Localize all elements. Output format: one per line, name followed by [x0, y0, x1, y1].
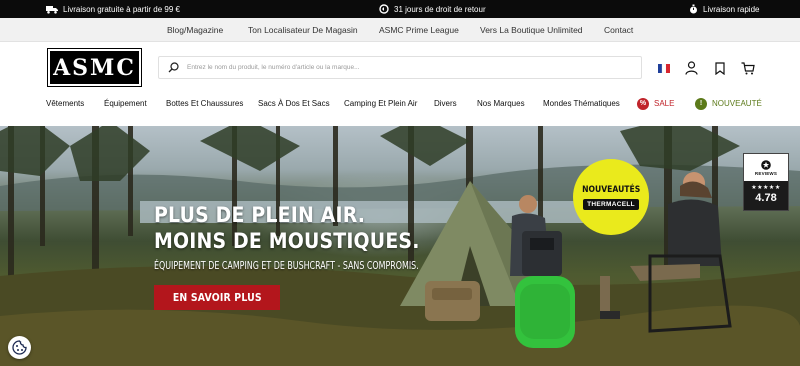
nav-item-misc[interactable]: Divers	[434, 92, 457, 116]
nav-item-camping[interactable]: Camping Et Plein Air	[344, 92, 417, 116]
cookie-settings-button[interactable]	[8, 336, 31, 359]
truck-icon	[46, 5, 58, 14]
learn-more-button[interactable]: EN SAVOIR PLUS	[154, 285, 280, 310]
reviews-header: REVIEWS	[744, 154, 788, 181]
site-header: ASMC	[0, 42, 800, 92]
exclamation-icon: !	[695, 98, 707, 110]
reviews-label: REVIEWS	[754, 170, 778, 176]
user-icon[interactable]	[683, 60, 699, 76]
subnav-link-unlimited[interactable]: Vers La Boutique Unlimited	[480, 18, 583, 42]
hero-headline-line-1: PLUS DE PLEIN AIR.	[154, 203, 366, 227]
rating-score: 4.78	[755, 192, 777, 204]
badge-new-label: NOUVEAUTÉS	[581, 184, 641, 195]
learn-more-label: EN SAVOIR PLUS	[172, 291, 262, 304]
new-label: NOUVEAUTÉ	[712, 99, 762, 108]
nav-item-boots[interactable]: Bottes Et Chaussures	[166, 92, 243, 116]
subnav-link-store-locator[interactable]: Ton Localisateur De Magasin	[248, 18, 358, 42]
promo-text: 31 jours de droit de retour	[394, 4, 486, 14]
stopwatch-icon	[690, 4, 697, 14]
cart-icon[interactable]	[740, 60, 756, 76]
promo-fast-delivery: Livraison rapide	[689, 0, 759, 18]
hero-headline: PLUS DE PLEIN AIR. MOINS DE MOUSTIQUES.	[154, 202, 420, 254]
category-nav: Vêtements Équipement Bottes Et Chaussure…	[0, 92, 800, 126]
reviews-widget[interactable]: REVIEWS ★★★★★ 4.78	[743, 153, 789, 211]
nav-item-themes[interactable]: Mondes Thématiques	[543, 92, 620, 116]
search-bar[interactable]	[158, 56, 642, 79]
return-icon	[379, 4, 389, 14]
secondary-nav: Blog/Magazine Ton Localisateur De Magasi…	[0, 18, 800, 42]
subnav-link-blog[interactable]: Blog/Magazine	[167, 18, 223, 42]
nav-item-sale[interactable]: % SALE	[637, 92, 674, 116]
promo-free-shipping: Livraison gratuite à partir de 99 €	[46, 0, 180, 18]
thermacell-badge[interactable]: NOUVEAUTÉS THERMACELL	[573, 159, 649, 235]
subnav-link-contact[interactable]: Contact	[604, 18, 633, 42]
hero-headline-line-2: MOINS DE MOUSTIQUES.	[154, 229, 420, 253]
asmc-logo[interactable]: ASMC	[47, 48, 142, 87]
promo-text: Livraison rapide	[703, 4, 760, 14]
sale-icon: %	[637, 98, 649, 110]
search-input[interactable]	[187, 64, 627, 71]
promo-bar: Livraison gratuite à partir de 99 € 31 j…	[0, 0, 800, 18]
hero-banner[interactable]: PLUS DE PLEIN AIR. MOINS DE MOUSTIQUES. …	[0, 126, 800, 366]
bookmark-icon[interactable]	[712, 60, 728, 76]
badge-brand-label: THERMACELL	[583, 198, 639, 210]
logo-text: ASMC	[53, 54, 136, 81]
nav-item-clothing[interactable]: Vêtements	[46, 92, 84, 116]
flag-fr-icon[interactable]	[656, 60, 672, 76]
subnav-link-prime-league[interactable]: ASMC Prime League	[379, 18, 459, 42]
hero-subtitle: ÉQUIPEMENT DE CAMPING ET DE BUSHCRAFT - …	[154, 259, 419, 272]
nav-item-equipment[interactable]: Équipement	[104, 92, 147, 116]
promo-returns: 31 jours de droit de retour	[379, 0, 486, 18]
nav-item-backpacks[interactable]: Sacs À Dos Et Sacs	[258, 92, 330, 116]
nav-item-brands[interactable]: Nos Marques	[477, 92, 525, 116]
cookie-icon	[12, 340, 27, 355]
nav-item-new[interactable]: ! NOUVEAUTÉ	[695, 92, 762, 116]
search-icon[interactable]	[168, 62, 179, 73]
star-badge-icon	[761, 159, 771, 170]
promo-text: Livraison gratuite à partir de 99 €	[63, 4, 180, 14]
rating-stars: ★★★★★	[751, 185, 781, 191]
sale-label: SALE	[654, 99, 675, 108]
